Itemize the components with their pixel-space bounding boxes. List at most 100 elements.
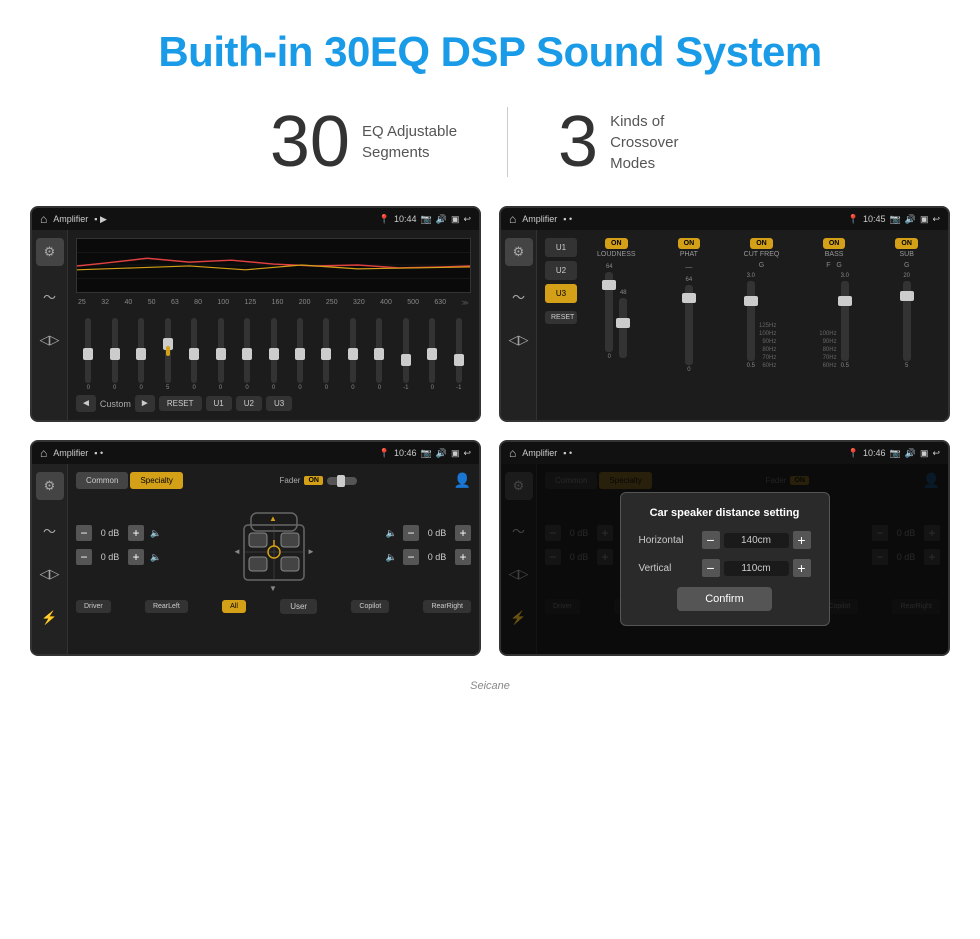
sub-on[interactable]: ON — [895, 238, 918, 249]
screen-specialty: ⌂ Amplifier ▪ • 📍 10:46 📷 🔊 ▣ ↩ ⚙ 〜 ◁▷ ⚡ — [30, 440, 481, 656]
tab-common-bl[interactable]: Common — [76, 472, 128, 489]
db-minus-1[interactable]: − — [76, 525, 92, 541]
eq-slider-13[interactable]: -1 — [394, 318, 418, 391]
eq-icon[interactable]: ⚙ — [36, 238, 64, 266]
eq-freq-labels: 25 32 40 50 63 80 100 125 160 200 250 32… — [76, 299, 471, 307]
app-title-tl: Amplifier — [53, 214, 88, 224]
screen-body-br: ⚙ 〜 ◁▷ ⚡ Common Specialty Fader ON 👤 — [501, 464, 948, 654]
preset-u2[interactable]: U2 — [545, 261, 577, 280]
eq-slider-6[interactable]: 0 — [208, 318, 232, 391]
stats-row: 30 EQ AdjustableSegments 3 Kinds ofCross… — [0, 96, 980, 206]
bass-on[interactable]: ON — [823, 238, 846, 249]
copilot-btn[interactable]: Copilot — [351, 600, 389, 613]
box-icon: ▣ — [451, 214, 460, 225]
position-btns-row: Driver RearLeft All User Copilot RearRig… — [76, 599, 471, 614]
next-btn[interactable]: ► — [135, 395, 155, 412]
db-minus-3[interactable]: − — [403, 525, 419, 541]
sidebar-bl: ⚙ 〜 ◁▷ ⚡ — [32, 464, 68, 654]
preset-u3[interactable]: U3 — [545, 284, 577, 303]
eq-slider-8[interactable]: 0 — [261, 318, 285, 391]
fader-area: Fader ON — [280, 476, 357, 485]
eq-slider-10[interactable]: 0 — [314, 318, 338, 391]
db-plus-2[interactable]: + — [128, 549, 144, 565]
volume-icon: 🔊 — [436, 214, 447, 225]
stat-eq-number: 30 — [270, 106, 350, 178]
home-icon[interactable]: ⌂ — [40, 212, 47, 226]
tab-specialty-bl[interactable]: Specialty — [130, 472, 182, 489]
app-title-br: Amplifier — [522, 448, 557, 458]
vol-icon-bl[interactable]: ◁▷ — [36, 560, 64, 588]
crossover-presets: U1 U2 U3 RESET — [545, 238, 577, 373]
reset-btn-tr[interactable]: RESET — [545, 311, 577, 324]
eq-icon-tr[interactable]: ⚙ — [505, 238, 533, 266]
horizontal-plus[interactable]: + — [793, 531, 811, 549]
db-minus-4[interactable]: − — [403, 549, 419, 565]
prev-btn[interactable]: ◄ — [76, 395, 96, 412]
user-btn-bl[interactable]: User — [280, 599, 317, 614]
u2-btn-tl[interactable]: U2 — [236, 396, 262, 411]
volume-icon-bl: 🔊 — [436, 448, 447, 459]
person-icon: 👤 — [454, 472, 471, 489]
eq-slider-5[interactable]: 0 — [182, 318, 206, 391]
eq-slider-15[interactable]: -1 — [447, 318, 471, 391]
all-btn[interactable]: All — [222, 600, 246, 613]
eq-slider-9[interactable]: 0 — [288, 318, 312, 391]
db-plus-3[interactable]: + — [455, 525, 471, 541]
wave-icon-bl[interactable]: 〜 — [36, 516, 64, 544]
eq-icon-bl[interactable]: ⚙ — [36, 472, 64, 500]
db-row-1: − 0 dB + 🔈 — [76, 525, 161, 541]
eq-slider-2[interactable]: 0 — [102, 318, 126, 391]
eq-slider-12[interactable]: 0 — [367, 318, 391, 391]
wave-icon[interactable]: 〜 — [36, 282, 64, 310]
eq-slider-4[interactable]: 5 — [155, 318, 179, 391]
bt-icon-bl[interactable]: ⚡ — [36, 604, 64, 632]
db-val-4: 0 dB — [423, 552, 451, 562]
db-plus-4[interactable]: + — [455, 549, 471, 565]
back-icon-br[interactable]: ↩ — [932, 448, 940, 459]
home-icon-br[interactable]: ⌂ — [509, 446, 516, 460]
back-icon[interactable]: ↩ — [463, 214, 471, 225]
back-icon-bl[interactable]: ↩ — [463, 448, 471, 459]
vol-icon-tr[interactable]: ◁▷ — [505, 326, 533, 354]
eq-slider-14[interactable]: 0 — [420, 318, 444, 391]
home-icon-tr[interactable]: ⌂ — [509, 212, 516, 226]
eq-slider-3[interactable]: 0 — [129, 318, 153, 391]
u1-btn-tl[interactable]: U1 — [206, 396, 232, 411]
db-minus-2[interactable]: − — [76, 549, 92, 565]
vertical-plus[interactable]: + — [793, 559, 811, 577]
back-icon-tr[interactable]: ↩ — [932, 214, 940, 225]
screen-crossover: ⌂ Amplifier ▪ • 📍 10:45 📷 🔊 ▣ ↩ ⚙ 〜 ◁▷ — [499, 206, 950, 422]
status-bar-br: ⌂ Amplifier ▪ • 📍 10:46 📷 🔊 ▣ ↩ — [501, 442, 948, 464]
eq-slider-1[interactable]: 0 — [76, 318, 100, 391]
loudness-on[interactable]: ON — [605, 238, 628, 249]
eq-slider-7[interactable]: 0 — [235, 318, 259, 391]
driver-btn[interactable]: Driver — [76, 600, 111, 613]
svg-text:▼: ▼ — [269, 584, 277, 593]
vol-icon[interactable]: ◁▷ — [36, 326, 64, 354]
screen-body-bl: ⚙ 〜 ◁▷ ⚡ Common Specialty Fader ON — [32, 464, 479, 654]
crossover-main: U1 U2 U3 RESET ON LOUDNESS 64 — [537, 230, 948, 420]
custom-label: Custom — [100, 399, 131, 409]
rearleft-btn[interactable]: RearLeft — [145, 600, 188, 613]
home-icon-bl[interactable]: ⌂ — [40, 446, 47, 460]
vertical-minus[interactable]: − — [702, 559, 720, 577]
preset-u1[interactable]: U1 — [545, 238, 577, 257]
u3-btn-tl[interactable]: U3 — [266, 396, 292, 411]
screen-distance: ⌂ Amplifier ▪ • 📍 10:46 📷 🔊 ▣ ↩ ⚙ 〜 ◁▷ ⚡ — [499, 440, 950, 656]
db-plus-1[interactable]: + — [128, 525, 144, 541]
db-val-1: 0 dB — [96, 528, 124, 538]
db-controls-left: − 0 dB + 🔈 − 0 dB + 🔈 — [76, 525, 161, 565]
crossover-layout: U1 U2 U3 RESET ON LOUDNESS 64 — [545, 238, 940, 373]
wave-icon-tr[interactable]: 〜 — [505, 282, 533, 310]
fader-slider[interactable] — [327, 477, 357, 485]
horizontal-minus[interactable]: − — [702, 531, 720, 549]
vertical-value: 110cm — [724, 561, 789, 576]
reset-btn-tl[interactable]: RESET — [159, 396, 202, 411]
confirm-button[interactable]: Confirm — [677, 587, 772, 611]
rearright-btn[interactable]: RearRight — [423, 600, 471, 613]
fader-thumb — [337, 475, 345, 487]
cutfreq-on[interactable]: ON — [750, 238, 773, 249]
phat-on[interactable]: ON — [678, 238, 701, 249]
status-bar-tr: ⌂ Amplifier ▪ • 📍 10:45 📷 🔊 ▣ ↩ — [501, 208, 948, 230]
eq-slider-11[interactable]: 0 — [341, 318, 365, 391]
